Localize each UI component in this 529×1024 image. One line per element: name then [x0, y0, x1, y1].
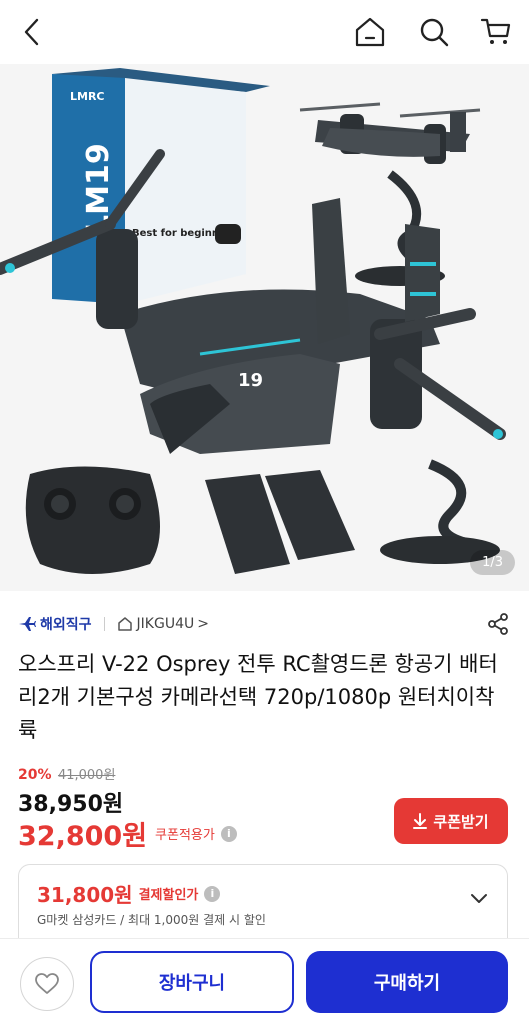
download-icon [413, 813, 428, 829]
home-button[interactable] [350, 12, 390, 52]
card-discount-price: 31,800원 [37, 883, 133, 907]
get-coupon-label: 쿠폰받기 [433, 812, 489, 831]
coupon-price-label: 쿠폰적용가 [155, 828, 215, 843]
coupon-price: 32,800원 [18, 821, 148, 852]
info-icon[interactable]: i [204, 885, 221, 902]
store-chevron: > [197, 616, 209, 632]
cart-icon [480, 18, 511, 44]
divider [103, 617, 105, 631]
buy-now-button[interactable]: 구매하기 [306, 951, 508, 1013]
image-page-indicator: 1/3 [470, 550, 515, 575]
share-icon [488, 613, 508, 635]
heart-icon [35, 973, 59, 994]
chevron-left-icon [24, 18, 39, 46]
card-price-row: 31,800원 결제할인가 i [37, 879, 221, 908]
bottom-action-bar: 장바구니 구매하기 [0, 938, 529, 1024]
card-discount-description: G마켓 삼성카드 / 최대 1,000원 결제 시 할인 [37, 913, 266, 927]
share-button[interactable] [486, 612, 510, 640]
product-box-illustration: LMRC LM19 Best for beginners [52, 68, 270, 304]
expand-button[interactable] [469, 891, 489, 910]
product-title: 오스프리 V-22 Osprey 전투 RC촬영드론 항공기 배터리2개 기본구… [18, 652, 498, 742]
top-navigation-bar [0, 0, 529, 64]
seller-row: 해외직구 JIKGU4U > [18, 606, 512, 642]
store-link[interactable]: JIKGU4U > [117, 616, 209, 632]
cart-button[interactable] [476, 12, 516, 52]
svg-text:LMRC: LMRC [70, 90, 105, 103]
add-to-cart-button[interactable]: 장바구니 [90, 951, 294, 1013]
product-image-gallery[interactable]: LMRC LM19 Best for beginners 19 1/3 [0, 64, 529, 591]
discount-row: 20% 41,000원 [18, 764, 115, 783]
search-button[interactable] [414, 12, 454, 52]
chevron-down-icon [471, 894, 487, 903]
get-coupon-button[interactable]: 쿠폰받기 [394, 798, 508, 844]
svg-text:19: 19 [238, 370, 263, 391]
search-icon [420, 18, 449, 47]
overseas-label: 해외직구 [40, 617, 92, 633]
original-price: 41,000원 [57, 768, 116, 783]
discount-rate: 20% [18, 767, 52, 783]
coupon-price-row: 32,800원 쿠폰적용가 i [18, 814, 237, 853]
home-icon [355, 17, 385, 47]
airplane-icon [19, 617, 36, 631]
store-home-icon [117, 617, 132, 631]
card-discount-label: 결제할인가 [138, 888, 199, 903]
back-button[interactable] [12, 12, 52, 52]
info-icon[interactable]: i [220, 825, 237, 842]
product-photo: LMRC LM19 Best for beginners 19 [0, 64, 529, 591]
store-name: JIKGU4U [136, 616, 195, 632]
overseas-badge[interactable]: 해외직구 [18, 614, 92, 634]
remote-controller-illustration [25, 466, 160, 574]
wishlist-button[interactable] [20, 957, 74, 1011]
